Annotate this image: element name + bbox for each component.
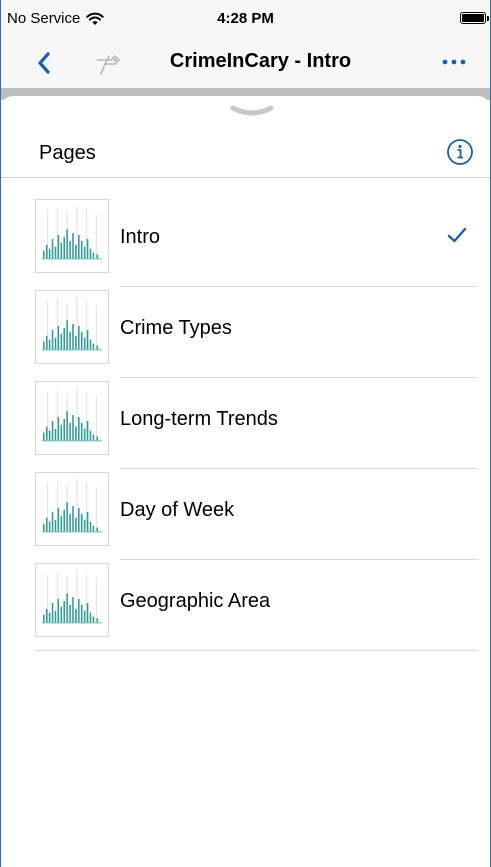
pages-sheet: Pages Intro Crime Types Long-term Trends… [1, 96, 490, 867]
page-item-intro[interactable]: Intro [1, 196, 490, 287]
page-item-day-of-week[interactable]: Day of Week [1, 469, 490, 560]
chart-thumbnail-icon [35, 199, 109, 273]
app-window: No Service 4:28 PM CrimeInCary - Intro P… [0, 0, 491, 867]
more-button[interactable] [438, 48, 470, 76]
chevron-down-icon[interactable] [229, 104, 275, 120]
battery-tip [487, 16, 489, 21]
page-list: Intro Crime Types Long-term Trends Day o… [1, 196, 490, 651]
chart-thumbnail-icon [35, 290, 109, 364]
page-label: Intro [120, 226, 161, 248]
chart-thumbnail-icon [35, 381, 109, 455]
status-bar: No Service 4:28 PM [1, 0, 490, 38]
battery-icon [460, 12, 486, 24]
info-circle-icon[interactable] [446, 138, 474, 166]
page-label: Day of Week [120, 499, 235, 521]
ellipsis-icon [442, 59, 466, 65]
page-item-geographic-area[interactable]: Geographic Area [1, 560, 490, 651]
page-label: Long-term Trends [120, 408, 278, 430]
page-title: CrimeInCary - Intro [169, 50, 352, 72]
row-divider [35, 650, 478, 651]
chart-thumbnail-icon [35, 563, 109, 637]
sheet-header: Pages [1, 126, 490, 178]
sheet-title: Pages [39, 142, 96, 164]
page-label: Geographic Area [120, 590, 271, 612]
page-item-crime-types[interactable]: Crime Types [1, 287, 490, 378]
chart-thumbnail-icon [35, 472, 109, 546]
page-item-long-term-trends[interactable]: Long-term Trends [1, 378, 490, 469]
checkmark-icon [447, 227, 467, 243]
page-label: Crime Types [120, 317, 232, 339]
battery-level [462, 14, 484, 22]
nav-bar: CrimeInCary - Intro [1, 38, 490, 88]
status-time: 4:28 PM [217, 10, 274, 27]
